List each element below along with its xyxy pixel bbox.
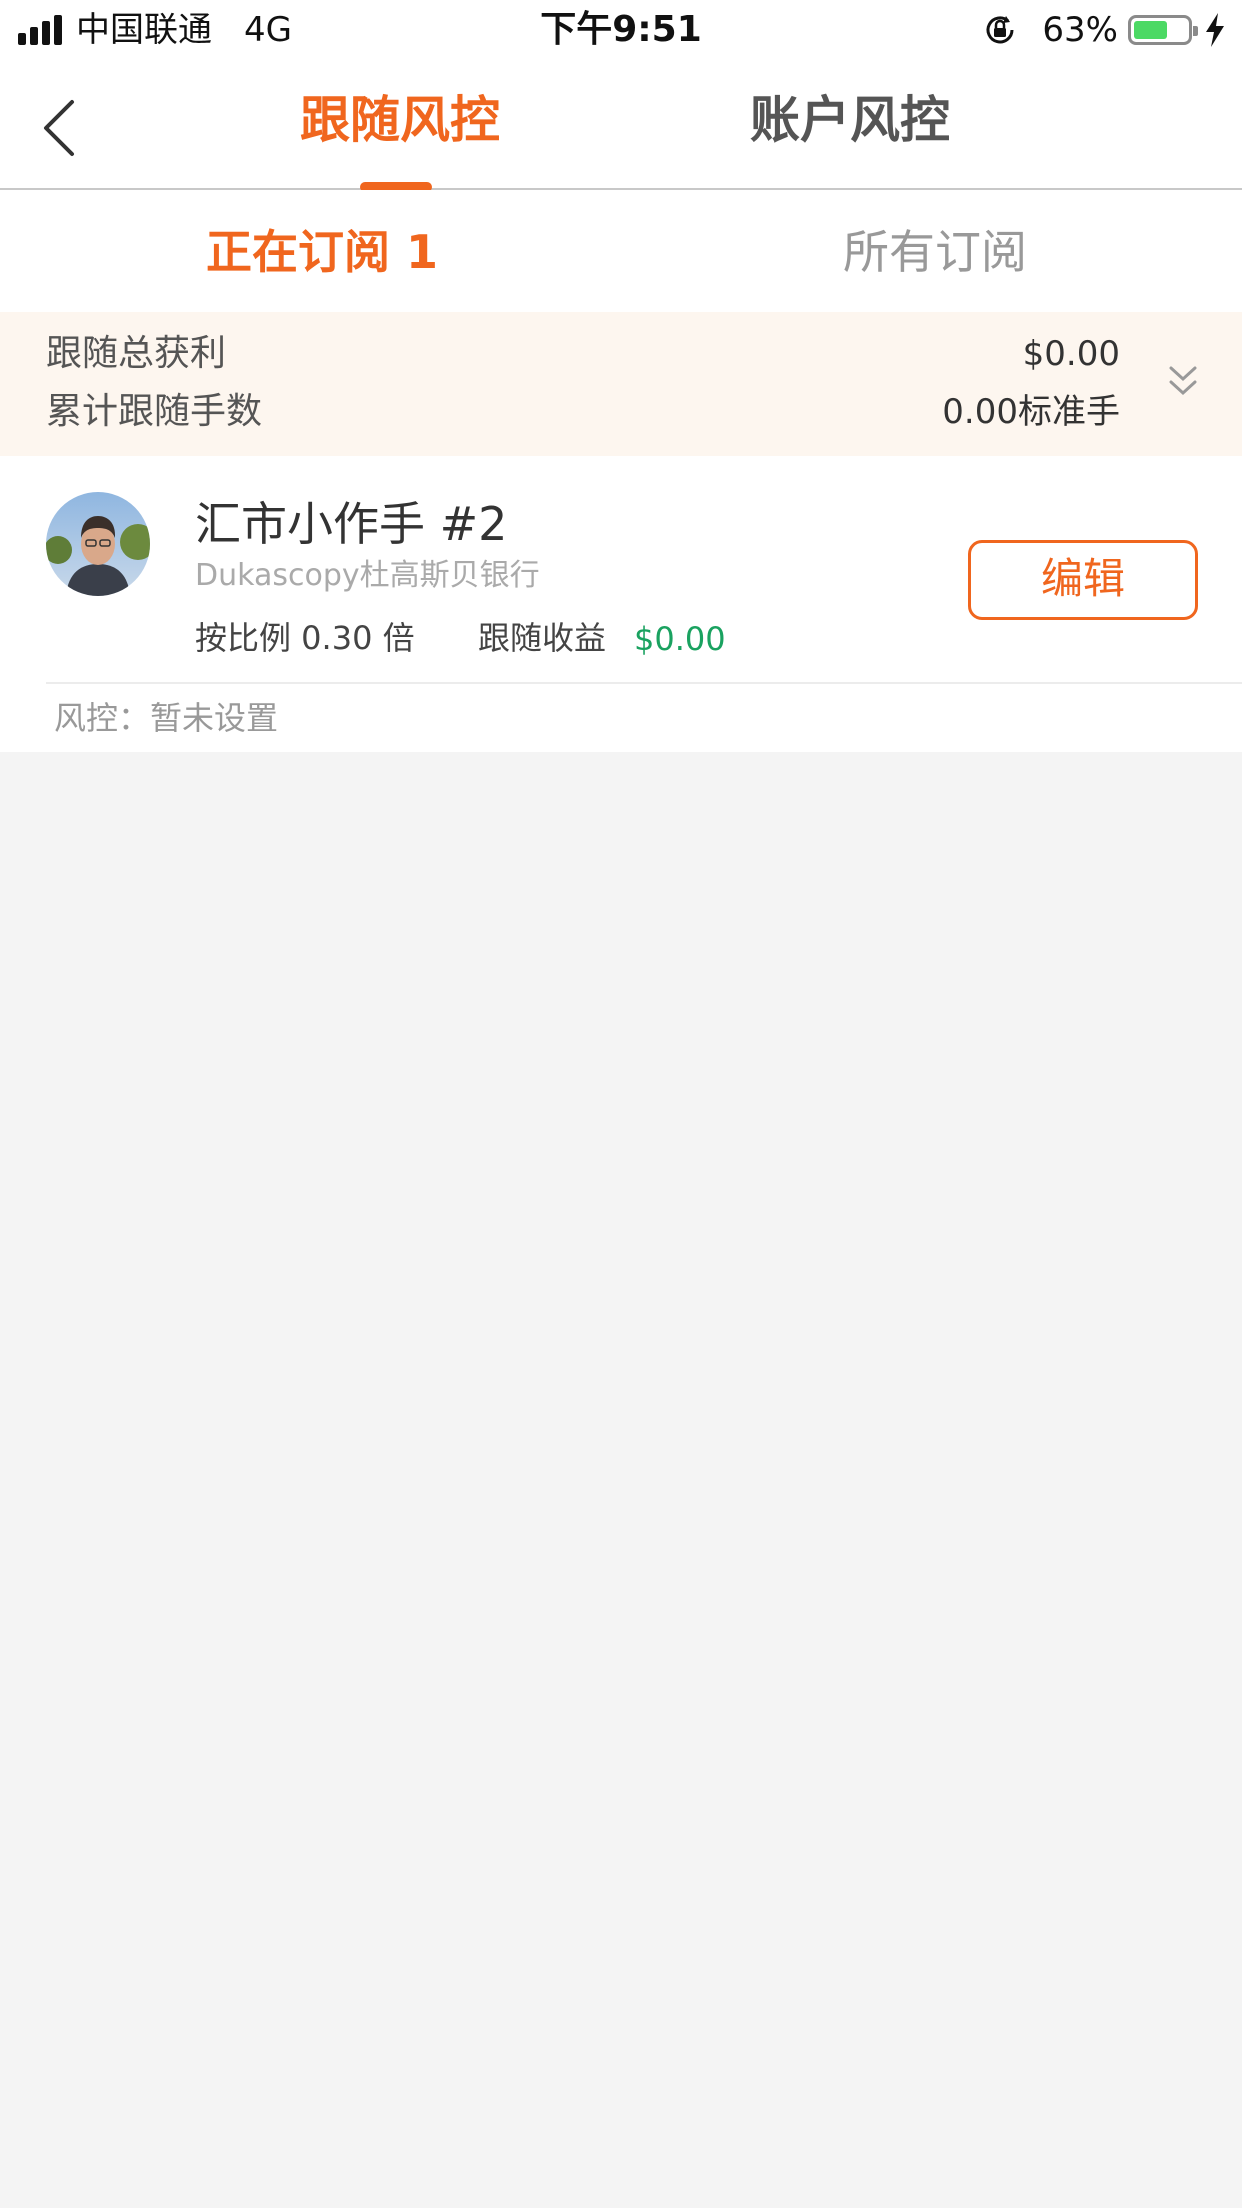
follow-profit-label: 跟随收益 [478, 619, 607, 657]
status-right: 63% [982, 10, 1226, 50]
total-profit-value: $0.00 [1022, 334, 1120, 374]
battery-fill [1134, 21, 1167, 39]
risk-label: 风控： [54, 699, 151, 737]
avatar-photo [46, 492, 150, 596]
total-profit-label: 跟随总获利 [46, 333, 227, 374]
trader-name[interactable]: 汇市小作手 #2 [195, 496, 507, 552]
back-button[interactable] [36, 96, 86, 160]
battery-icon [1128, 15, 1198, 45]
battery-percent: 63% [1042, 10, 1118, 50]
chevron-double-down-icon[interactable] [1166, 360, 1200, 404]
rotation-lock-icon [986, 16, 1014, 44]
subscription-card: 汇市小作手 #2 Dukascopy杜高斯贝银行 按比例 0.30 倍 跟随收益… [0, 456, 1242, 752]
charging-bolt-icon [1206, 13, 1224, 47]
tab-current-subscriptions[interactable]: 正在订阅 1 [206, 224, 438, 280]
tab-all-subscriptions[interactable]: 所有订阅 [843, 224, 1027, 280]
broker-name: Dukascopy杜高斯贝银行 [195, 558, 540, 593]
risk-status: 风控：暂未设置 [54, 696, 278, 740]
tab-account-risk[interactable]: 账户风控 [750, 88, 950, 152]
subscription-tabs: 正在订阅 1 所有订阅 [0, 190, 1242, 312]
follow-ratio: 按比例 0.30 倍 [195, 619, 415, 657]
follow-profit-value: $0.00 [634, 620, 726, 658]
risk-value: 暂未设置 [150, 699, 279, 737]
status-bar: 中国联通 4G 下午9:51 63% [0, 0, 1242, 60]
follow-summary[interactable]: 跟随总获利 $0.00 累计跟随手数 0.00标准手 [0, 312, 1242, 456]
edit-button[interactable]: 编辑 [968, 540, 1198, 620]
total-lots-value: 0.00标准手 [942, 392, 1120, 432]
nav-header: 跟随风控 账户风控 [0, 60, 1242, 192]
avatar[interactable] [46, 492, 150, 596]
battery-nub [1193, 26, 1198, 36]
total-lots-label: 累计跟随手数 [46, 391, 263, 432]
tab-follow-risk[interactable]: 跟随风控 [300, 88, 500, 152]
divider [46, 682, 1242, 684]
